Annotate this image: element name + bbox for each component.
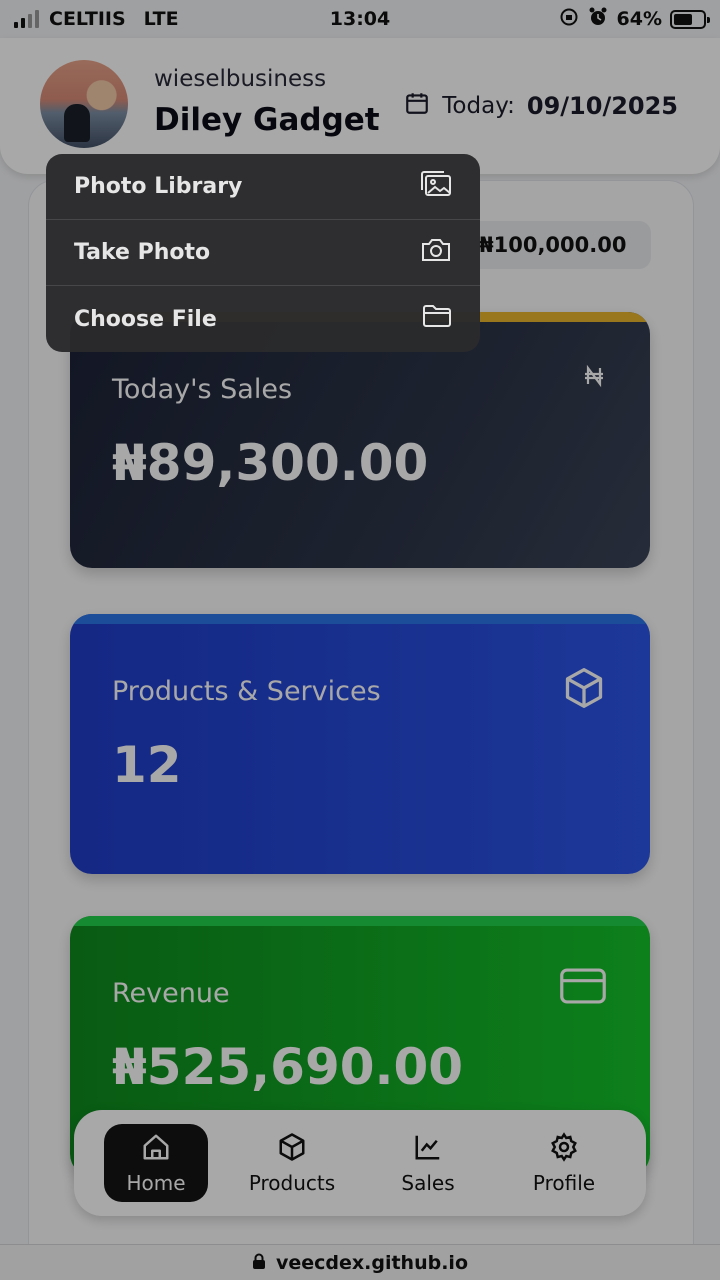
menu-item-label: Take Photo xyxy=(74,240,211,265)
image-source-menu: Photo Library Take Photo Choose File xyxy=(46,154,480,352)
folder-icon xyxy=(422,304,452,334)
photo-library-icon xyxy=(420,170,452,204)
menu-item-choose-file[interactable]: Choose File xyxy=(46,286,480,352)
menu-item-take-photo[interactable]: Take Photo xyxy=(46,220,480,286)
menu-item-photo-library[interactable]: Photo Library xyxy=(46,154,480,220)
menu-item-label: Photo Library xyxy=(74,174,243,199)
camera-icon xyxy=(420,237,452,269)
menu-item-label: Choose File xyxy=(74,306,217,332)
